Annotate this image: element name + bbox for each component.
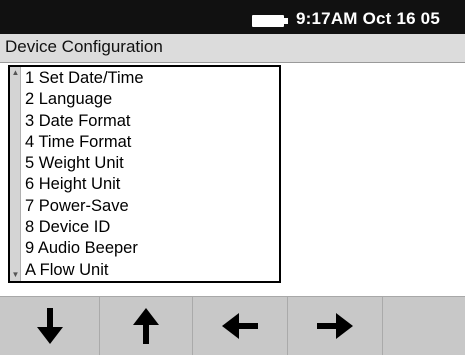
scroll-up-arrow-icon[interactable]: ▲ [10, 68, 21, 78]
scrollbar[interactable]: ▲ ▼ [10, 67, 21, 281]
menu-item-weight-unit[interactable]: 5 Weight Unit [25, 153, 144, 174]
arrow-left-icon [222, 313, 258, 339]
menu-item-date-format[interactable]: 3 Date Format [25, 111, 144, 132]
menu-item-device-id[interactable]: 8 Device ID [25, 217, 144, 238]
arrow-down-icon [36, 308, 63, 344]
softkey-down-button[interactable] [0, 297, 100, 355]
softkey-bar [0, 296, 465, 355]
menu-list-box[interactable]: ▲ ▼ 1 Set Date/Time 2 Language 3 Date Fo… [8, 65, 281, 283]
menu-item-language[interactable]: 2 Language [25, 89, 144, 110]
softkey-up-button[interactable] [100, 297, 193, 355]
scroll-down-arrow-icon[interactable]: ▼ [10, 270, 21, 280]
battery-tip [284, 18, 288, 24]
softkey-blank-button[interactable] [383, 297, 465, 355]
menu-item-height-unit[interactable]: 6 Height Unit [25, 174, 144, 195]
menu-list: 1 Set Date/Time 2 Language 3 Date Format… [25, 68, 144, 281]
menu-item-set-date-time[interactable]: 1 Set Date/Time [25, 68, 144, 89]
menu-item-power-save[interactable]: 7 Power-Save [25, 196, 144, 217]
softkey-right-button[interactable] [288, 297, 383, 355]
clock: 9:17AM Oct 16 05 [296, 9, 440, 28]
battery-icon [252, 15, 284, 27]
softkey-left-button[interactable] [193, 297, 288, 355]
menu-item-flow-unit[interactable]: A Flow Unit [25, 260, 144, 281]
menu-item-audio-beeper[interactable]: 9 Audio Beeper [25, 238, 144, 259]
menu-item-time-format[interactable]: 4 Time Format [25, 132, 144, 153]
arrow-right-icon [317, 313, 353, 339]
divider [0, 62, 465, 63]
arrow-up-icon [133, 308, 159, 344]
page-title: Device Configuration [5, 37, 163, 56]
